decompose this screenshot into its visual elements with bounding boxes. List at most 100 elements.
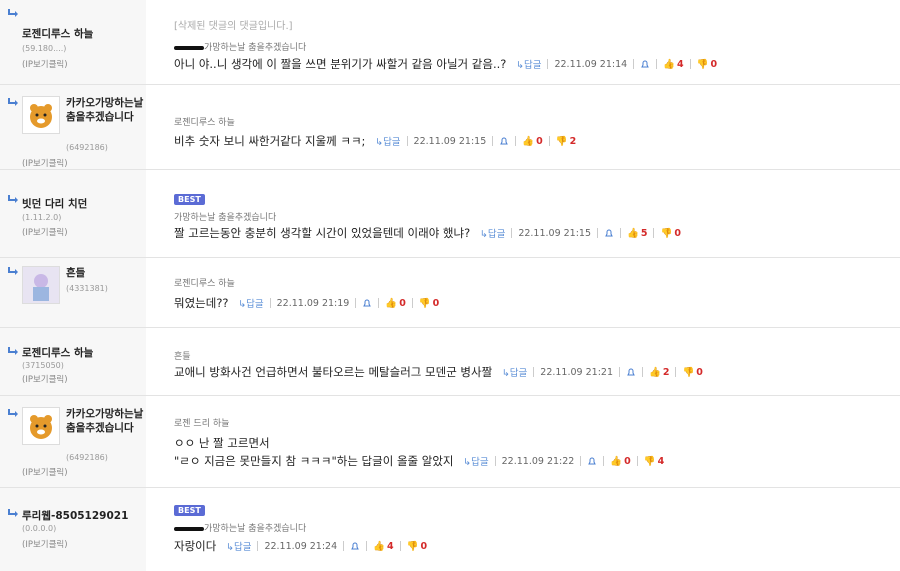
thumb-down-icon: 👎 xyxy=(555,135,568,147)
upvote-button[interactable]: 👍 4 xyxy=(373,541,393,552)
comment-date: 22.11.09 21:15 xyxy=(518,227,592,239)
comment-row: 루리웹-8505129021 (0.0.0.0) (IP보기클릭) BEST 가… xyxy=(0,488,900,571)
deleted-note: [삭제된 댓글의 댓글입니다.] xyxy=(174,21,293,32)
comment-text: 아니 야..니 생각에 이 짤을 쓰면 분위기가 싸할거 같음 아닐거 같음..… xyxy=(174,57,718,71)
comment-text: 짤 고르는동안 충분히 생각할 시간이 있었을텐데 이래야 했냐? ↳답글 22… xyxy=(174,226,681,240)
reply-button[interactable]: ↳답글 xyxy=(238,296,263,310)
reply-arrow-icon xyxy=(8,409,18,417)
reply-arrow-icon xyxy=(8,347,18,355)
best-badge: BEST xyxy=(174,194,205,205)
author-panel: 빗던 다리 치던 (1.11.2.0) (IP보기클릭) xyxy=(0,170,146,257)
ip-view-link[interactable]: (IP보기클릭) xyxy=(22,226,68,238)
author-panel: 카카오가망하는날 춤을추겠습니다 (6492186) (IP보기클릭) xyxy=(0,85,146,169)
quoted-author: 로젠디루스 하늘 xyxy=(174,279,235,289)
report-icon[interactable] xyxy=(604,228,614,238)
author-panel: 흔들 (4331381) xyxy=(0,258,146,327)
downvote-button[interactable]: 👎 4 xyxy=(644,456,664,467)
reply-button[interactable]: ↳답글 xyxy=(226,539,251,553)
comment-list: 로젠디루스 하늘 (59.180....) (IP보기클릭) [삭제된 댓글의 … xyxy=(0,0,900,571)
comment-row: 로젠디루스 하늘 (3715050) (IP보기클릭) 흔들 교애니 방화사건 … xyxy=(0,328,900,396)
ip-view-link[interactable]: (IP보기클릭) xyxy=(22,157,68,169)
downvote-button[interactable]: 👎 0 xyxy=(419,298,439,309)
report-icon[interactable] xyxy=(640,59,650,69)
author-nickname[interactable]: 로젠디루스 하늘 xyxy=(22,26,93,41)
quoted-author: 로젠 드리 하늘 xyxy=(174,419,230,429)
author-panel: 로젠디루스 하늘 (3715050) (IP보기클릭) xyxy=(0,328,146,395)
comment-row: 카카오가망하는날 춤을추겠습니다 (6492186) (IP보기클릭) 로젠디루… xyxy=(0,85,900,170)
thumb-down-icon: 👎 xyxy=(643,455,656,467)
author-nickname[interactable]: 로젠디루스 하늘 xyxy=(22,345,93,360)
thumb-down-icon: 👎 xyxy=(660,227,673,239)
comment-date: 22.11.09 21:15 xyxy=(413,135,487,147)
report-icon[interactable] xyxy=(499,136,509,146)
upvote-button[interactable]: 👍 0 xyxy=(385,298,405,309)
reply-button[interactable]: ↳답글 xyxy=(463,454,488,468)
ip-view-link[interactable]: (IP보기클릭) xyxy=(22,466,68,478)
comment-text: 교애니 방화사건 언급하면서 불타오르는 메탈슬러그 모덴군 병사짤 ↳답글 2… xyxy=(174,365,703,379)
upvote-button[interactable]: 👍 2 xyxy=(649,367,669,378)
comment-text: 비추 숫자 보니 싸한거같다 지울께 ㅋㅋ; ↳답글 22.11.09 21:1… xyxy=(174,134,577,148)
reply-arrow-icon xyxy=(8,9,18,17)
author-nickname[interactable]: 흔들 xyxy=(66,266,146,280)
comment-date: 22.11.09 21:19 xyxy=(276,297,350,309)
author-ip: (1.11.2.0) xyxy=(22,213,62,222)
author-id: (6492186) xyxy=(66,453,108,462)
author-nickname[interactable]: 카카오가망하는날 춤을추겠습니다 xyxy=(66,96,146,124)
comment-row: 로젠디루스 하늘 (59.180....) (IP보기클릭) [삭제된 댓글의 … xyxy=(0,0,900,85)
author-id: (4331381) xyxy=(66,284,108,293)
author-nickname[interactable]: 루리웹-8505129021 xyxy=(22,508,128,523)
reply-button[interactable]: ↳답글 xyxy=(375,134,400,148)
report-icon[interactable] xyxy=(362,298,372,308)
quoted-author: 흔들 xyxy=(174,352,191,362)
downvote-button[interactable]: 👎 0 xyxy=(682,367,702,378)
downvote-button[interactable]: 👎 0 xyxy=(697,59,717,70)
downvote-button[interactable]: 👎 2 xyxy=(556,136,576,147)
thumb-down-icon: 👎 xyxy=(418,297,431,309)
comment-row: 흔들 (4331381) 로젠디루스 하늘 뭐였는데?? ↳답글 22.11.0… xyxy=(0,258,900,328)
ip-view-link[interactable]: (IP보기클릭) xyxy=(22,58,68,70)
author-panel: 로젠디루스 하늘 (59.180....) (IP보기클릭) xyxy=(0,0,146,84)
reply-button[interactable]: ↳답글 xyxy=(516,57,541,71)
thumb-up-icon: 👍 xyxy=(627,227,639,239)
quoted-author: 로젠디루스 하늘 xyxy=(174,118,235,128)
upvote-button[interactable]: 👍 4 xyxy=(663,59,683,70)
report-icon[interactable] xyxy=(626,367,636,377)
quoted-author: 가망하는날 춤을추겠습니다 xyxy=(174,213,277,223)
upvote-button[interactable]: 👍 0 xyxy=(522,136,542,147)
comment-text: 자랑이다 ↳답글 22.11.09 21:24 👍 4 👎 0 xyxy=(174,539,428,553)
reply-button[interactable]: ↳답글 xyxy=(502,365,527,379)
report-icon[interactable] xyxy=(587,456,597,466)
author-ip: (3715050) xyxy=(22,361,64,370)
downvote-button[interactable]: 👎 0 xyxy=(660,228,680,239)
thumb-up-icon: 👍 xyxy=(648,366,661,378)
thumb-up-icon: 👍 xyxy=(610,455,623,467)
avatar xyxy=(22,96,60,134)
quoted-author: 가망하는날 춤을추겠습니다 xyxy=(174,40,306,53)
author-panel: 카카오가망하는날 춤을추겠습니다 (6492186) (IP보기클릭) xyxy=(0,396,146,487)
downvote-button[interactable]: 👎 0 xyxy=(407,541,427,552)
thumb-down-icon: 👎 xyxy=(682,366,695,378)
thumb-down-icon: 👎 xyxy=(406,540,419,552)
upvote-button[interactable]: 👍 0 xyxy=(610,456,630,467)
ip-view-link[interactable]: (IP보기클릭) xyxy=(22,538,68,550)
author-nickname[interactable]: 카카오가망하는날 춤을추겠습니다 xyxy=(66,407,146,435)
upvote-button[interactable]: 👍 5 xyxy=(627,228,647,239)
reply-arrow-icon xyxy=(8,509,18,517)
reply-arrow-icon xyxy=(8,195,18,203)
ip-view-link[interactable]: (IP보기클릭) xyxy=(22,373,68,385)
report-icon[interactable] xyxy=(350,541,360,551)
author-id: (6492186) xyxy=(66,143,108,152)
comment-text: 뭐였는데?? ↳답글 22.11.09 21:19 👍 0 👎 0 xyxy=(174,296,440,310)
comment-date: 22.11.09 21:14 xyxy=(554,58,628,70)
reply-button[interactable]: ↳답글 xyxy=(480,226,505,240)
reply-arrow-icon xyxy=(8,98,18,106)
reply-arrow-icon xyxy=(8,267,18,275)
author-nickname[interactable]: 빗던 다리 치던 xyxy=(22,196,87,211)
author-panel: 루리웹-8505129021 (0.0.0.0) (IP보기클릭) xyxy=(0,488,146,571)
comment-text: ㅇㅇ 난 짤 고르면서 xyxy=(174,436,270,450)
thumb-up-icon: 👍 xyxy=(373,540,385,552)
quoted-author: 가망하는날 춤을추겠습니다 xyxy=(174,521,306,534)
thumb-up-icon: 👍 xyxy=(385,297,398,309)
thumb-up-icon: 👍 xyxy=(663,58,676,70)
comment-date: 22.11.09 21:21 xyxy=(540,366,613,378)
